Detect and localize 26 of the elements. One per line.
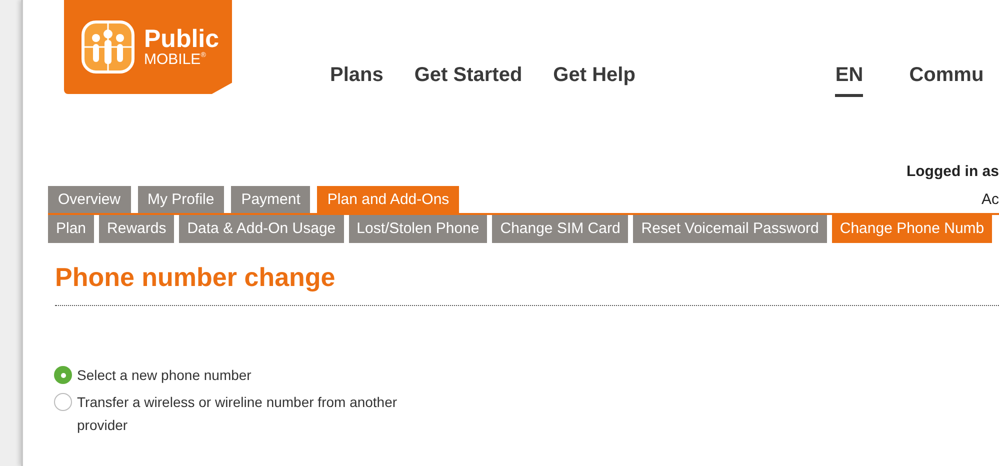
language-link[interactable]: EN [835, 60, 864, 97]
logo-subtitle: MOBILE [144, 52, 201, 67]
tab[interactable]: My Profile [138, 186, 224, 213]
subtab[interactable]: Change SIM Card [492, 215, 628, 243]
tab[interactable]: Payment [231, 186, 310, 213]
radio-button[interactable] [54, 393, 72, 411]
option-label: Transfer a wireless or wireline number from another provider [77, 393, 398, 435]
radio-button[interactable] [54, 366, 72, 384]
account-text: Ac [981, 190, 999, 210]
subtab[interactable]: Lost/Stolen Phone [348, 215, 488, 243]
logged-in-text: Logged in as [906, 162, 999, 182]
nav-link[interactable]: Get Help [553, 60, 636, 94]
logo-people-icon [80, 19, 136, 75]
nav-link[interactable]: Plans [330, 60, 384, 94]
tab[interactable]: Plan and Add-Ons [317, 186, 460, 213]
subtab[interactable]: Change Phone Numb [832, 215, 992, 243]
option-label: Select a new phone number [77, 366, 252, 385]
subtab[interactable]: Rewards [99, 215, 174, 243]
logo-wordmark: Public [144, 27, 220, 52]
subtab[interactable]: Reset Voicemail Password [633, 215, 827, 243]
nav-link[interactable]: Get Started [414, 60, 522, 94]
tab[interactable]: Overview [48, 186, 131, 213]
page-heading: Phone number change [55, 261, 336, 294]
nav-link[interactable]: Commu [909, 60, 984, 97]
subtab[interactable]: Data & Add-On Usage [179, 215, 344, 243]
subtab[interactable]: Plan [48, 215, 94, 243]
